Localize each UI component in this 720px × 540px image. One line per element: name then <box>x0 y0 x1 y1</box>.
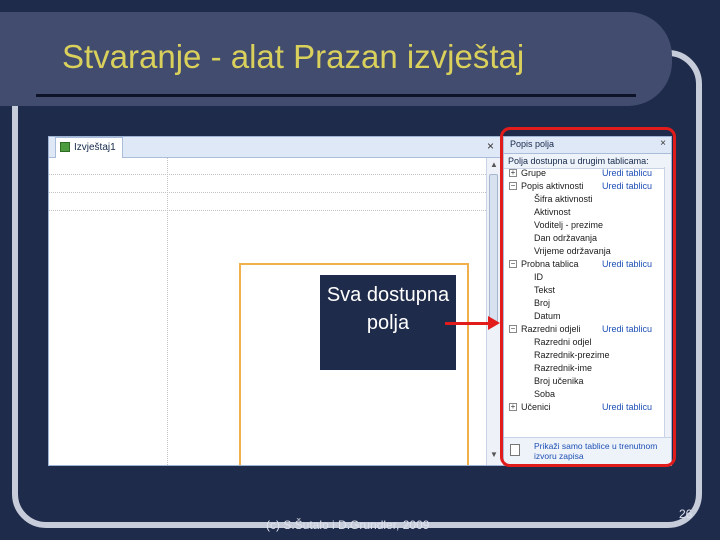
page-number: 26 <box>679 507 693 521</box>
scrollbar-thumb[interactable] <box>489 174 498 324</box>
report-scrollbar[interactable]: ▲ ▼ <box>486 158 501 465</box>
title-underline <box>36 94 636 97</box>
scroll-up-icon[interactable]: ▲ <box>490 160 498 169</box>
report-tab-label: Izvještaj1 <box>74 142 116 153</box>
gridline <box>49 174 486 175</box>
slide-title: Stvaranje - alat Prazan izvještaj <box>62 38 525 75</box>
gridline <box>49 210 486 211</box>
close-icon[interactable]: × <box>487 139 494 153</box>
slide-footer: (c) S.Šutalo i D.Grundler, 2009 <box>266 518 430 532</box>
report-icon <box>60 142 70 152</box>
callout-arrow <box>445 322 489 325</box>
gridline <box>49 192 486 193</box>
report-tab-bar: Izvještaj1 × <box>49 137 500 158</box>
arrow-head-icon <box>488 316 500 330</box>
field-list-highlight <box>500 127 676 467</box>
scroll-down-icon[interactable]: ▼ <box>490 450 498 459</box>
report-tab[interactable]: Izvještaj1 <box>55 137 123 158</box>
callout-box: Sva dostupna polja <box>320 275 456 370</box>
gridline <box>167 158 168 465</box>
